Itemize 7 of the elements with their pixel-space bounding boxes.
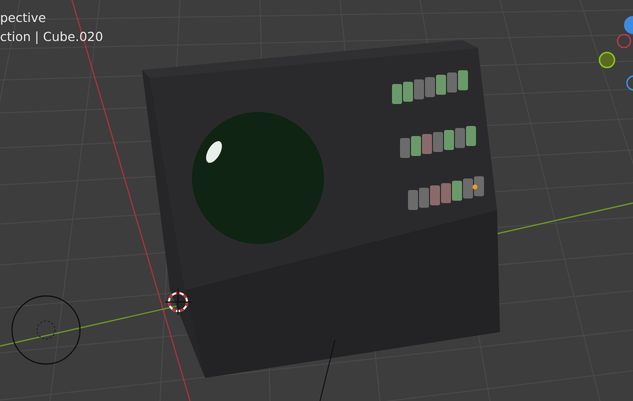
y-axis-gizmo-icon[interactable]	[598, 52, 616, 68]
z-axis-gizmo-icon[interactable]	[624, 16, 633, 34]
view-name: pective	[0, 10, 47, 26]
z-negative-gizmo-icon[interactable]	[626, 75, 633, 91]
3d-cursor-icon[interactable]	[164, 288, 192, 316]
x-axis-gizmo-icon[interactable]	[616, 34, 632, 48]
navigation-circle-icon[interactable]	[11, 295, 81, 365]
